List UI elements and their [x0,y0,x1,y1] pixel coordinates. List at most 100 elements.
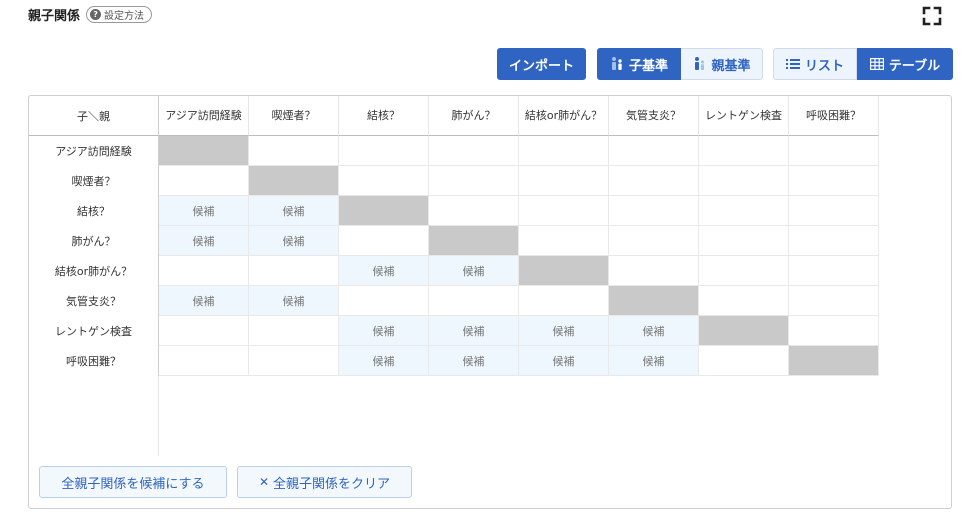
matrix-cell-self [429,226,519,256]
matrix-cell[interactable] [339,166,429,196]
matrix-cell[interactable] [789,136,879,166]
matrix-cell-candidate[interactable]: 候補 [519,316,609,346]
clear-all-button[interactable]: ✕ 全親子関係をクリア [237,466,412,498]
list-icon [785,59,800,69]
matrix-cell-candidate[interactable]: 候補 [609,346,699,376]
matrix-cell[interactable] [789,166,879,196]
matrix-cell[interactable] [249,136,339,166]
matrix-cell[interactable] [159,166,249,196]
matrix-cell-candidate[interactable]: 候補 [159,196,249,226]
matrix-cell-candidate[interactable]: 候補 [339,316,429,346]
matrix-cell[interactable] [159,316,249,346]
table-view-label: テーブル [888,58,941,74]
matrix-cell[interactable] [609,166,699,196]
child-person-icon [611,57,622,70]
table-view-button[interactable]: テーブル [857,48,953,80]
clear-icon: ✕ [258,475,270,489]
column-header: 結核or肺がん？ [519,96,609,136]
child-basis-button[interactable]: 子基準 [597,48,681,80]
matrix-cell[interactable] [699,346,789,376]
matrix-cell-candidate[interactable]: 候補 [249,226,339,256]
import-label: インポート [508,58,574,74]
child-basis-label: 子基準 [628,58,668,74]
matrix-cell-self [159,136,249,166]
matrix-cell-candidate[interactable]: 候補 [429,346,519,376]
parent-basis-label: 親基準 [711,58,751,74]
matrix-cell-self [789,346,879,376]
table-icon [869,58,884,70]
matrix-corner-label: 子＼親 [29,96,159,136]
view-toggle: リスト テーブル [773,48,953,80]
column-header: アジア訪問経験 [159,96,249,136]
matrix-cell-candidate[interactable]: 候補 [609,316,699,346]
matrix-cell[interactable] [609,196,699,226]
matrix-cell-candidate[interactable]: 候補 [339,346,429,376]
matrix-cell[interactable] [429,286,519,316]
matrix-cell[interactable] [789,226,879,256]
matrix-cell[interactable] [429,166,519,196]
matrix-cell[interactable] [609,256,699,286]
row-header: アジア訪問経験 [29,136,159,166]
matrix-cell-candidate[interactable]: 候補 [159,286,249,316]
set-all-candidates-button[interactable]: 全親子関係を候補にする [39,466,227,498]
list-view-button[interactable]: リスト [773,48,857,80]
row-header: 結核？ [29,196,159,226]
row-header: レントゲン検査 [29,316,159,346]
matrix-cell[interactable] [789,316,879,346]
matrix-cell-candidate[interactable]: 候補 [339,256,429,286]
basis-toggle: 子基準 親基準 [597,48,763,80]
matrix-cell[interactable] [249,256,339,286]
matrix-cell[interactable] [699,136,789,166]
help-link[interactable]: ? 設定方法 [86,5,153,23]
matrix-cell-candidate[interactable]: 候補 [519,346,609,376]
parent-basis-button[interactable]: 親基準 [681,48,763,80]
matrix-cell[interactable] [339,286,429,316]
matrix-cell-candidate[interactable]: 候補 [249,286,339,316]
import-button[interactable]: インポート [497,48,586,80]
row-header: 呼吸困難？ [29,346,159,376]
matrix-cell[interactable] [609,136,699,166]
matrix-cell[interactable] [519,196,609,226]
matrix-cell[interactable] [429,136,519,166]
matrix-cell[interactable] [249,346,339,376]
row-header: 喫煙者？ [29,166,159,196]
column-header: 結核？ [339,96,429,136]
matrix-cell[interactable] [159,346,249,376]
matrix-cell-candidate[interactable]: 候補 [249,196,339,226]
matrix-cell[interactable] [339,136,429,166]
matrix-cell[interactable] [519,286,609,316]
matrix-cell[interactable] [789,196,879,226]
matrix-cell[interactable] [519,136,609,166]
matrix-cell[interactable] [519,166,609,196]
matrix-cell[interactable] [699,166,789,196]
matrix-cell-candidate[interactable]: 候補 [429,316,519,346]
relation-panel: 子＼親 アジア訪問経験 喫煙者？ 結核？ 肺がん？ 結核or肺がん？ 気管支炎？ レントゲン… [28,95,952,509]
matrix-cell[interactable] [789,256,879,286]
column-header: 気管支炎？ [609,96,699,136]
matrix-cell[interactable] [339,226,429,256]
matrix-cell[interactable] [789,286,879,316]
matrix-cell-candidate[interactable]: 候補 [429,256,519,286]
matrix-cell[interactable] [699,196,789,226]
matrix-cell-self [699,316,789,346]
matrix-cell[interactable] [609,226,699,256]
column-header: 喫煙者？ [249,96,339,136]
section-header: 親子関係 ? 設定方法 [28,4,153,24]
matrix-cell[interactable] [159,256,249,286]
row-header-divider [158,376,159,456]
fullscreen-button[interactable] [920,4,944,28]
matrix-cell[interactable] [429,196,519,226]
matrix-cell[interactable] [249,316,339,346]
matrix-cell[interactable] [699,256,789,286]
question-icon: ? [90,8,102,20]
matrix-cell[interactable] [699,286,789,316]
matrix-cell-self [339,196,429,226]
matrix-cell-candidate[interactable]: 候補 [159,226,249,256]
row-header: 肺がん？ [29,226,159,256]
matrix-cell[interactable] [519,226,609,256]
parent-person-icon [695,57,705,70]
help-label: 設定方法 [104,10,145,22]
matrix-cell[interactable] [699,226,789,256]
matrix-cell-self [609,286,699,316]
row-header: 結核or肺がん？ [29,256,159,286]
